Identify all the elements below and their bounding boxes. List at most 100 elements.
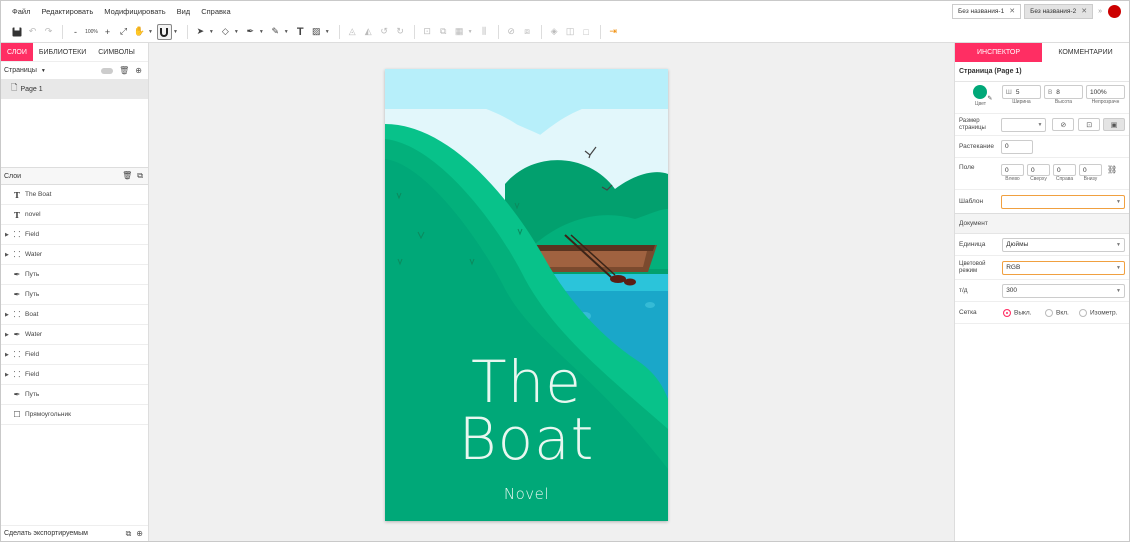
add-export-icon[interactable]: ⊕ (136, 529, 143, 539)
chevron-down-icon[interactable]: ▼ (41, 68, 46, 74)
eyedropper-icon[interactable]: ✎ (987, 95, 993, 102)
zoom-level[interactable]: 100% (84, 24, 99, 40)
layer-item[interactable]: ▶ ⸬ Field (1, 365, 148, 385)
zoom-in-icon[interactable]: + (100, 24, 115, 40)
layer-item[interactable]: ▶ ✒ Water (1, 325, 148, 345)
menu-modify[interactable]: Модифицировать (104, 7, 165, 16)
grid-option-off[interactable]: Выкл. (1003, 308, 1045, 317)
chevron-down-icon[interactable]: ▼ (234, 29, 239, 35)
chevron-double-icon[interactable]: » (1098, 8, 1102, 15)
pointer-icon[interactable]: ➤ (193, 24, 208, 40)
lock-icon[interactable]: ⊘ (504, 24, 519, 40)
tab-comments[interactable]: КОММЕНТАРИИ (1042, 43, 1129, 62)
chevron-down-icon[interactable]: ▼ (259, 29, 264, 35)
arrange-icon[interactable]: ▦ (452, 24, 467, 40)
units-dropdown[interactable]: Дюймы ▼ (1002, 237, 1125, 252)
tab-symbols[interactable]: СИМВОЛЫ (92, 43, 141, 61)
flip-icon[interactable]: ◭ (361, 24, 376, 40)
chevron-down-icon[interactable]: ▼ (468, 29, 473, 35)
image-icon[interactable]: ▨ (309, 24, 324, 40)
save-icon[interactable] (9, 24, 24, 40)
text-tool-icon[interactable]: T (293, 24, 308, 40)
pen-icon[interactable]: ✒ (243, 24, 258, 40)
layer-item[interactable]: ▶ ⸬ Boat (1, 305, 148, 325)
grid-option-isometric[interactable]: Изометр. (1079, 308, 1117, 317)
orientation-button[interactable]: ⊘ (1052, 118, 1075, 131)
menu-view[interactable]: Вид (177, 7, 191, 16)
opacity-field[interactable]: 100% (1085, 85, 1126, 99)
margin-left-field[interactable]: 0 (1001, 164, 1024, 176)
distribute-icon[interactable]: ⫼ (477, 24, 492, 40)
fit-content-button[interactable]: ⊡ (1078, 118, 1101, 131)
close-icon[interactable]: ✕ (1081, 7, 1087, 15)
combine-icon[interactable]: ⧉ (436, 24, 451, 40)
export-slice-icon[interactable]: ⧉ (126, 529, 132, 539)
title-line-1[interactable]: The (385, 352, 668, 412)
fit-page-button[interactable]: ▣ (1103, 118, 1126, 131)
layer-item[interactable]: ▶ ⸬ Field (1, 225, 148, 245)
menu-file[interactable]: Файл (12, 7, 30, 16)
menu-help[interactable]: Справка (201, 7, 230, 16)
margin-top-field[interactable]: 0 (1027, 164, 1050, 176)
tab-inspector[interactable]: ИНСПЕКТОР (955, 43, 1042, 62)
width-field[interactable]: Ш5 (1001, 85, 1041, 99)
height-field[interactable]: В8 (1043, 85, 1083, 99)
document-tab-1[interactable]: Без названия-1 ✕ (952, 3, 1022, 19)
trash-icon[interactable]: 🗑 (122, 171, 132, 181)
rotate-right-icon[interactable]: ↻ (393, 24, 408, 40)
document-tab-2[interactable]: Без названия-2 ✕ (1024, 3, 1094, 19)
layer-item[interactable]: ✒ Путь (1, 285, 148, 305)
layer-item[interactable]: ✒ Путь (1, 385, 148, 405)
align-icon[interactable]: ◬ (345, 24, 360, 40)
chevron-down-icon[interactable]: ▼ (148, 29, 153, 35)
layer-item[interactable]: ✒ Путь (1, 265, 148, 285)
subtitle-novel[interactable]: Novel (385, 485, 668, 503)
layer-item[interactable]: ▶ ⸬ Water (1, 245, 148, 265)
menu-edit[interactable]: Редактировать (41, 7, 93, 16)
margin-right-field[interactable]: 0 (1053, 164, 1076, 176)
close-icon[interactable]: ✕ (1009, 7, 1015, 15)
tab-layers[interactable]: СЛОИ (1, 43, 33, 61)
tab-libraries[interactable]: БИБЛИОТЕКИ (33, 43, 92, 61)
redo-icon[interactable]: ↷ (41, 24, 56, 40)
layer-item[interactable]: T The Boat (1, 185, 148, 205)
layer-item[interactable]: ▶ ⸬ Field (1, 345, 148, 365)
export-icon[interactable]: ⇥ (606, 24, 621, 40)
template-dropdown[interactable]: ▼ (1000, 194, 1125, 209)
pencil-icon[interactable]: ✎ (268, 24, 283, 40)
frame-icon[interactable]: □ (579, 24, 594, 40)
color-swatch[interactable] (973, 85, 988, 99)
hand-icon[interactable]: ✋ (132, 24, 147, 40)
pages-toggle[interactable] (101, 67, 114, 74)
add-page-icon[interactable]: ⊕ (135, 66, 142, 75)
dpi-dropdown[interactable]: 300 ▼ (1002, 283, 1125, 298)
grid-option-on[interactable]: Вкл. (1045, 308, 1079, 317)
zoom-out-icon[interactable]: - (68, 24, 83, 40)
shapes-icon[interactable]: ◇ (218, 24, 233, 40)
bleed-field[interactable]: 0 (1001, 139, 1033, 154)
chevron-down-icon[interactable]: ▼ (325, 29, 330, 35)
title-line-2[interactable]: Boat (385, 409, 668, 469)
chevron-down-icon[interactable]: ▼ (209, 29, 214, 35)
trash-icon[interactable]: 🗑 (119, 66, 129, 75)
avatar[interactable] (1108, 4, 1121, 18)
page-size-dropdown[interactable]: ▼ (1000, 117, 1047, 132)
snap-magnet-icon[interactable] (156, 23, 172, 40)
add-layer-icon[interactable]: ⧉ (137, 171, 143, 181)
page-item[interactable]: 🗋 Page 1 (1, 79, 148, 99)
chevron-down-icon[interactable]: ▼ (284, 29, 289, 35)
transform-icon[interactable]: ⊡ (420, 24, 435, 40)
mask-icon[interactable]: ◫ (563, 24, 578, 40)
group-icon[interactable]: ⧈ (520, 24, 535, 40)
chevron-down-icon[interactable]: ▼ (173, 29, 178, 35)
make-exportable-label[interactable]: Сделать экспортируемым (4, 530, 88, 537)
margin-bottom-field[interactable]: 0 (1079, 164, 1102, 176)
undo-icon[interactable]: ↶ (25, 24, 40, 40)
path-ops-icon[interactable]: ◈ (547, 24, 562, 40)
rotate-left-icon[interactable]: ↺ (377, 24, 392, 40)
fit-screen-icon[interactable]: ⤢ (116, 24, 131, 40)
layer-item[interactable]: Tnovel (1, 205, 148, 225)
artboard-page-1[interactable]: The Boat Novel (385, 69, 668, 521)
link-margins-icon[interactable]: ⛓ (1107, 165, 1117, 174)
layer-item[interactable]: ☐ Прямоугольник (1, 405, 148, 425)
